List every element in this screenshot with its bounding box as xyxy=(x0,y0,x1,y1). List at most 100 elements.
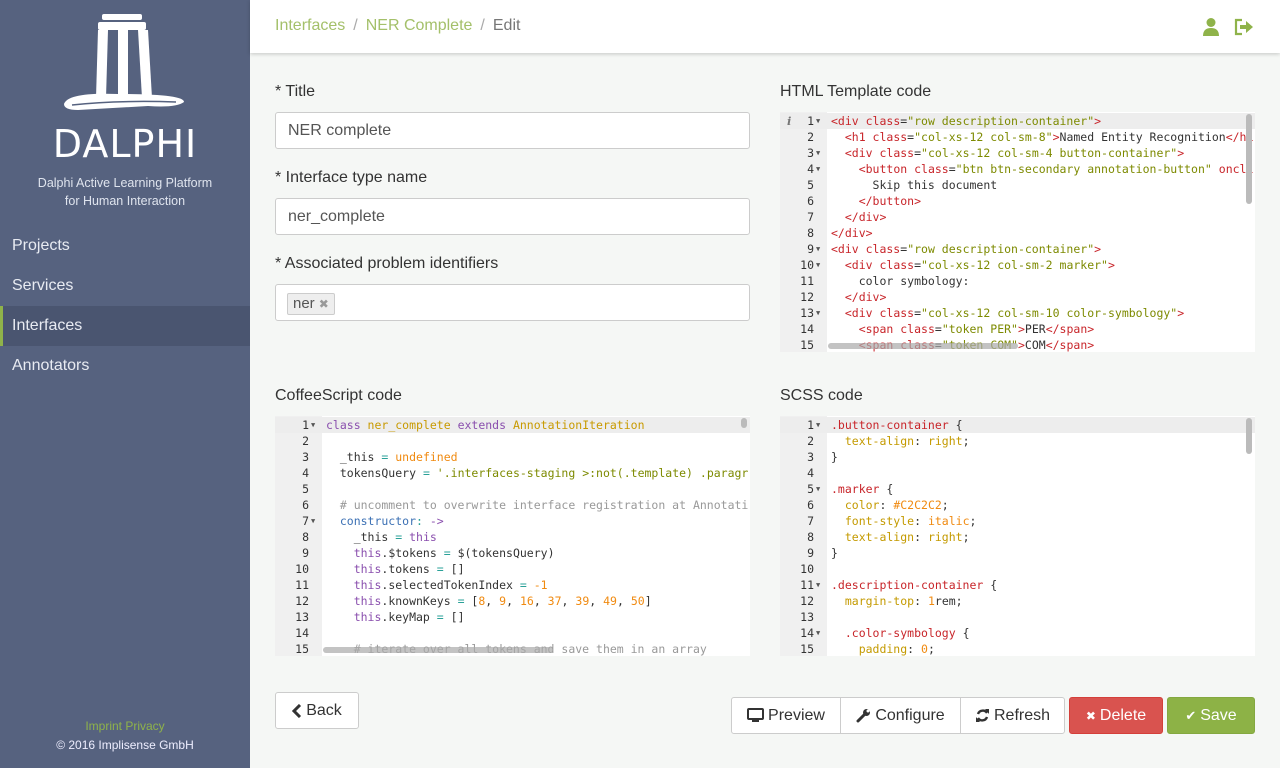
interface-type-input[interactable]: ner_complete xyxy=(275,198,750,235)
code-token: 49 xyxy=(603,594,617,608)
code-token: Named Entity Recognition xyxy=(1059,130,1226,144)
title-label: * Title xyxy=(275,83,316,100)
problem-tag-label: ner xyxy=(293,295,315,312)
line-number: 14 xyxy=(295,626,309,640)
code-line: 8 </div> xyxy=(780,225,1255,241)
preview-button[interactable]: Preview xyxy=(731,697,841,734)
remove-tag-icon[interactable]: ✖ xyxy=(319,297,329,311)
title-input[interactable]: NER complete xyxy=(275,112,750,149)
sidebar-item-annotators[interactable]: Annotators xyxy=(0,346,250,386)
fold-toggle-icon[interactable]: ▼ xyxy=(816,577,820,593)
vertical-scrollbar[interactable] xyxy=(1246,114,1252,204)
line-number: 11 xyxy=(800,274,814,288)
fold-toggle-icon[interactable]: ▼ xyxy=(816,161,820,177)
code-text: Skip this document xyxy=(831,177,998,193)
code-token: right xyxy=(927,530,963,544)
code-token: = xyxy=(914,146,922,160)
line-number: 9 xyxy=(302,546,309,560)
back-button[interactable]: Back xyxy=(275,692,359,729)
copyright: © 2016 Implisense GmbH xyxy=(56,738,194,752)
code-token: </div> xyxy=(831,226,873,240)
vertical-scrollbar[interactable] xyxy=(1246,418,1252,454)
sidebar-nav: Projects Services Interfaces Annotators xyxy=(0,226,250,386)
sidebar-item-projects[interactable]: Projects xyxy=(0,226,250,266)
code-line: 4 tokensQuery = '.interfaces-staging >:n… xyxy=(275,465,750,481)
horizontal-scrollbar[interactable] xyxy=(323,647,553,653)
fold-toggle-icon[interactable]: ▼ xyxy=(816,257,820,273)
code-text: <h1 class="col-xs-12 col-sm-8">Named Ent… xyxy=(831,129,1254,145)
code-text: .description-container { xyxy=(831,577,997,593)
code-token: "col-xs-12 col-sm-10 color-symbology" xyxy=(921,306,1178,320)
code-token: "btn btn-secondary annotation-button" xyxy=(955,162,1212,176)
chevron-left-icon xyxy=(292,703,302,718)
line-number: 14 xyxy=(800,626,814,640)
code-token: margin-top xyxy=(831,594,915,608)
code-text: this.selectedTokenIndex = -1 xyxy=(326,577,548,593)
horizontal-scrollbar[interactable] xyxy=(828,343,1018,349)
code-token: 0 xyxy=(921,642,928,656)
refresh-button[interactable]: Refresh xyxy=(960,697,1065,734)
code-line: 15 padding: 0; xyxy=(780,641,1255,656)
line-number: 7 xyxy=(302,514,309,528)
code-text: </div> xyxy=(831,289,887,305)
code-text: _this = this xyxy=(326,529,437,545)
sidebar: DALPHI Dalphi Active Learning Platform f… xyxy=(0,0,250,768)
fold-toggle-icon[interactable]: ▼ xyxy=(816,241,820,257)
problem-identifiers-input[interactable]: ner ✖ xyxy=(275,284,750,321)
fold-toggle-icon[interactable]: ▼ xyxy=(816,625,820,641)
code-line: 3} xyxy=(780,449,1255,465)
code-line: 11 this.selectedTokenIndex = -1 xyxy=(275,577,750,593)
code-token: = xyxy=(457,594,472,608)
info-icon[interactable]: i xyxy=(787,113,791,129)
breadcrumb-ner-complete[interactable]: NER Complete xyxy=(366,17,473,34)
code-text: this.knownKeys = [8, 9, 16, 37, 39, 49, … xyxy=(326,593,652,609)
code-line: 10 ▼ <div class="col-xs-12 col-sm-2 marke… xyxy=(780,257,1255,273)
code-line: 10 xyxy=(780,561,1255,577)
fold-toggle-icon[interactable]: ▼ xyxy=(816,481,820,497)
imprint-link[interactable]: Imprint xyxy=(85,719,122,733)
fold-toggle-icon[interactable]: ▼ xyxy=(816,145,820,161)
breadcrumb-interfaces[interactable]: Interfaces xyxy=(275,17,345,34)
user-icon[interactable] xyxy=(1201,17,1221,37)
line-number: 4 xyxy=(807,466,814,480)
line-number: 7 xyxy=(807,514,814,528)
code-token: -1 xyxy=(533,578,548,592)
configure-button[interactable]: Configure xyxy=(840,697,961,734)
delete-button[interactable]: ✖ Delete xyxy=(1069,697,1163,734)
sidebar-item-interfaces[interactable]: Interfaces xyxy=(0,306,250,346)
code-token: this xyxy=(326,562,382,576)
sign-out-icon[interactable] xyxy=(1234,17,1254,37)
code-token: .keyMap xyxy=(381,610,437,624)
html-template-editor[interactable]: 1 i ▼ <div class="row description-container… xyxy=(780,112,1255,352)
line-number: 15 xyxy=(800,642,814,656)
line-number: 6 xyxy=(302,498,309,512)
save-button[interactable]: ✔ Save xyxy=(1167,697,1255,734)
code-line: 7 ▼ constructor: -> xyxy=(275,513,750,529)
fold-toggle-icon[interactable]: ▼ xyxy=(311,513,315,529)
code-token: = xyxy=(914,306,922,320)
code-token: : xyxy=(416,514,430,528)
code-line: 4 ▼ <button class="btn btn-secondary anno… xyxy=(780,161,1255,177)
line-number: 12 xyxy=(800,594,814,608)
code-text: <div class="col-xs-12 col-sm-4 button-co… xyxy=(831,145,1184,161)
code-text: text-align: right; xyxy=(831,529,970,545)
vertical-scrollbar[interactable] xyxy=(741,418,747,428)
line-number: 11 xyxy=(800,578,814,592)
sidebar-item-services[interactable]: Services xyxy=(0,266,250,306)
code-token: , xyxy=(616,594,631,608)
scss-editor[interactable]: 1 ▼ .button-container {2 text-align: right… xyxy=(780,416,1255,656)
fold-toggle-icon[interactable]: ▼ xyxy=(311,417,315,433)
code-token: : xyxy=(914,594,928,608)
privacy-link[interactable]: Privacy xyxy=(125,719,164,733)
code-line: 7 font-style: italic; xyxy=(780,513,1255,529)
fold-toggle-icon[interactable]: ▼ xyxy=(816,305,820,321)
code-token: <div class xyxy=(844,146,915,160)
code-token: : xyxy=(914,530,928,544)
code-token: <div class xyxy=(831,242,901,256)
fold-toggle-icon[interactable]: ▼ xyxy=(816,417,820,433)
line-number: 14 xyxy=(800,322,814,336)
coffeescript-editor[interactable]: 1 ▼ class ner_complete extends AnnotationI… xyxy=(275,416,750,656)
fold-toggle-icon[interactable]: ▼ xyxy=(816,113,820,129)
problem-tag: ner ✖ xyxy=(287,293,335,315)
